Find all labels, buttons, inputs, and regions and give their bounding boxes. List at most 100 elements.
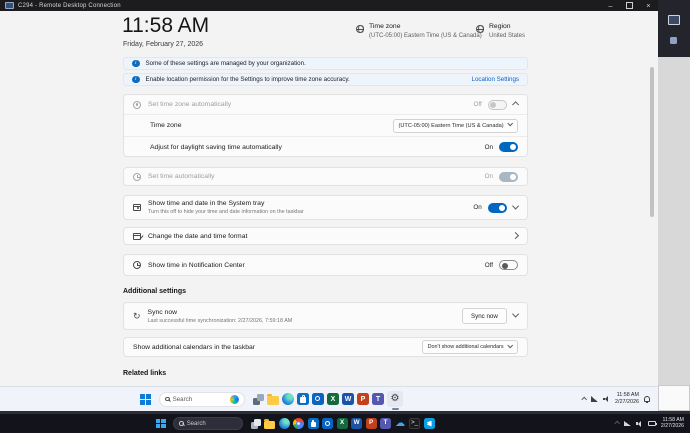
sync-now-button[interactable]: Sync now: [461, 308, 507, 324]
toggle-knob: [498, 204, 505, 211]
row-title: Sync now: [147, 308, 178, 316]
chevron-down-icon: [511, 310, 520, 319]
notification-center-toggle[interactable]: [499, 260, 518, 270]
taskbar-search-box[interactable]: Search: [173, 417, 244, 430]
row-title: Show time and date in the System tray: [148, 200, 265, 207]
row-change-format[interactable]: Change the date and time format: [124, 228, 527, 244]
region-summary-label: Region: [489, 23, 511, 30]
additional-calendars-dropdown[interactable]: Don't show additional calendars: [421, 340, 518, 354]
task-view-button[interactable]: [253, 393, 264, 405]
settings-date-time-page: 11:58 AM Friday, February 27, 2026 Time …: [0, 11, 658, 386]
info-icon: i: [132, 59, 140, 68]
onedrive-icon[interactable]: ☁: [395, 418, 406, 429]
set-timezone-auto-toggle[interactable]: [487, 99, 507, 110]
region-summary-value: United States: [489, 32, 526, 39]
teams-glyph: T: [383, 419, 388, 427]
managed-by-org-text: Some of these settings are managed by yo…: [145, 60, 306, 67]
set-time-auto-toggle[interactable]: [499, 171, 518, 182]
clock-date: Friday, February 27, 2026: [123, 41, 204, 48]
microsoft-store-icon[interactable]: [307, 418, 319, 429]
page-scrollbar[interactable]: [650, 57, 654, 377]
teams-icon[interactable]: T: [372, 393, 384, 405]
network-icon[interactable]: [591, 396, 599, 402]
hidden-icons-chevron[interactable]: [613, 420, 620, 427]
location-permission-text: Enable location permission for the Setti…: [145, 76, 350, 83]
teams-icon[interactable]: T: [380, 418, 392, 429]
notification-bell-icon[interactable]: [644, 396, 650, 403]
excel-icon[interactable]: X: [327, 393, 339, 405]
daylight-saving-toggle[interactable]: [499, 142, 518, 152]
network-icon[interactable]: [623, 420, 631, 427]
word-glyph: W: [353, 419, 360, 427]
toggle-state-label: On: [473, 204, 482, 211]
excel-glyph: X: [330, 395, 336, 403]
maximize-button[interactable]: [620, 0, 639, 11]
row-subtitle: Turn this off to hide your time and date…: [148, 209, 304, 215]
powerpoint-glyph: P: [360, 395, 366, 403]
timezone-dropdown[interactable]: (UTC-05:00) Eastern Time (US & Canada): [392, 118, 518, 133]
start-button[interactable]: [140, 393, 151, 405]
tray-clock[interactable]: 11:58 AM 2/27/2026: [615, 391, 639, 405]
close-button[interactable]: ×: [639, 0, 658, 11]
remote-taskbar-apps: Search X W P T ⚙: [140, 387, 403, 411]
outlook-icon[interactable]: [322, 418, 334, 429]
edge-icon[interactable]: [278, 418, 290, 429]
battery-icon[interactable]: [647, 421, 657, 426]
word-icon[interactable]: W: [342, 393, 354, 405]
taskbar-search-box[interactable]: Search: [159, 391, 245, 407]
scrollbar-thumb[interactable]: [650, 67, 654, 217]
edge-icon[interactable]: [282, 393, 294, 405]
start-button[interactable]: [156, 418, 166, 429]
toggle-state-label: Off: [473, 101, 482, 108]
clock-icon: [133, 172, 141, 181]
row-systray-time: Show time and date in the System tray Tu…: [124, 196, 527, 219]
globe-icon: [356, 25, 364, 33]
app-icon: [670, 37, 677, 44]
vscode-icon[interactable]: [423, 418, 435, 429]
word-icon[interactable]: W: [351, 418, 363, 429]
timezone-auto-icon: [133, 100, 141, 109]
last-sync-timestamp: Last successful time synchronization: 2/…: [147, 317, 293, 324]
outlook-icon[interactable]: [312, 393, 324, 405]
info-icon: i: [132, 75, 140, 84]
related-links-header: Related links: [123, 370, 167, 377]
hidden-icons-chevron[interactable]: [580, 395, 587, 403]
microsoft-store-icon[interactable]: [297, 393, 309, 405]
tray-time: 11:58 AM: [616, 391, 639, 398]
row-sync-now: ↻ Sync now Last successful time synchron…: [124, 303, 527, 329]
settings-icon-active[interactable]: ⚙: [387, 391, 403, 410]
toggle-state-label: Off: [484, 261, 493, 269]
minimize-button[interactable]: –: [601, 0, 620, 11]
powerpoint-icon[interactable]: P: [365, 418, 377, 429]
excel-icon[interactable]: X: [336, 418, 348, 429]
volume-icon[interactable]: [635, 420, 643, 427]
sync-icon: ↻: [133, 310, 141, 321]
location-settings-link[interactable]: Location Settings: [472, 76, 519, 83]
additional-calendars-value: Don't show additional calendars: [427, 344, 504, 350]
terminal-icon[interactable]: >_: [409, 418, 421, 429]
local-taskbar-apps: Search X W P T ☁ >_: [156, 414, 435, 433]
region-summary: Region United States: [476, 23, 525, 39]
calendar-edit-icon: [133, 232, 141, 240]
card-additional-calendars: Show additional calendars in the taskbar…: [123, 337, 528, 357]
rdp-titlebar: C294 - Remote Desktop Connection – ×: [0, 0, 658, 11]
background-window-footer: [658, 385, 690, 411]
chevron-up-icon: [511, 100, 520, 109]
file-explorer-icon[interactable]: [264, 418, 276, 429]
tray-clock[interactable]: 11:58 AM 2/27/2026: [661, 417, 684, 430]
toggle-knob: [510, 173, 516, 180]
card-set-time-automatically: Set time automatically On: [123, 167, 528, 186]
chevron-down-icon: [506, 342, 513, 349]
row-set-timezone-automatically[interactable]: Set time zone automatically Off: [124, 95, 527, 114]
bing-search-icon: [230, 394, 239, 404]
card-change-format[interactable]: Change the date and time format: [123, 227, 528, 245]
powerpoint-icon[interactable]: P: [357, 393, 369, 405]
file-explorer-icon[interactable]: [267, 393, 279, 405]
card-notification-center: Show time in Notification Center Off: [123, 254, 528, 276]
volume-icon[interactable]: [603, 396, 610, 402]
chrome-icon[interactable]: [293, 418, 305, 429]
task-view-button[interactable]: [250, 418, 261, 429]
gear-icon: ⚙: [390, 393, 400, 404]
systray-time-toggle[interactable]: [487, 202, 507, 213]
background-window-body: ×: [658, 57, 690, 427]
